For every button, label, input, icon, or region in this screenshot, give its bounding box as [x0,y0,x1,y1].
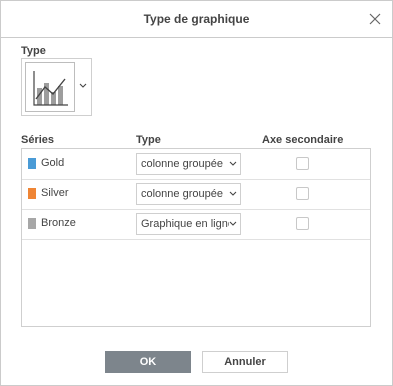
series-color-swatch [28,188,36,199]
cancel-button[interactable]: Annuler [202,351,288,373]
series-color-swatch [28,218,36,229]
secondary-axis-checkbox[interactable] [296,187,309,200]
series-table: Gold colonne groupée Silver colonne grou… [21,148,371,327]
ok-button[interactable]: OK [105,351,191,373]
series-column-header: Séries [21,134,55,146]
series-type-select[interactable]: colonne groupée [136,153,241,175]
type-column-header: Type [136,134,161,146]
close-icon[interactable] [368,12,382,26]
series-row-bronze: Bronze Graphique en ligne [22,209,370,240]
chevron-down-icon [229,221,237,226]
series-type-select[interactable]: Graphique en ligne [136,213,241,235]
chevron-down-icon [79,83,87,88]
series-name: Silver [41,187,69,199]
series-name: Bronze [41,217,76,229]
chart-type-dialog: Type de graphique Type Séries Type Axe s… [0,0,393,386]
secondary-axis-checkbox[interactable] [296,157,309,170]
series-name: Gold [41,157,65,169]
series-type-select[interactable]: colonne groupée [136,183,241,205]
series-type-value: Graphique en ligne [141,218,229,230]
secondary-axis-column-header: Axe secondaire [262,134,344,146]
series-color-swatch [28,158,36,169]
chevron-down-icon [229,161,237,166]
chart-type-picker[interactable] [21,58,92,116]
chevron-down-icon [229,191,237,196]
series-type-value: colonne groupée [141,158,223,170]
combo-chart-icon [25,62,75,112]
series-type-value: colonne groupée [141,188,223,200]
series-row-gold: Gold colonne groupée [22,149,370,180]
dialog-header: Type de graphique [1,1,392,38]
type-label: Type [21,45,46,57]
secondary-axis-checkbox[interactable] [296,217,309,230]
series-row-silver: Silver colonne groupée [22,179,370,210]
dialog-title: Type de graphique [143,12,250,26]
